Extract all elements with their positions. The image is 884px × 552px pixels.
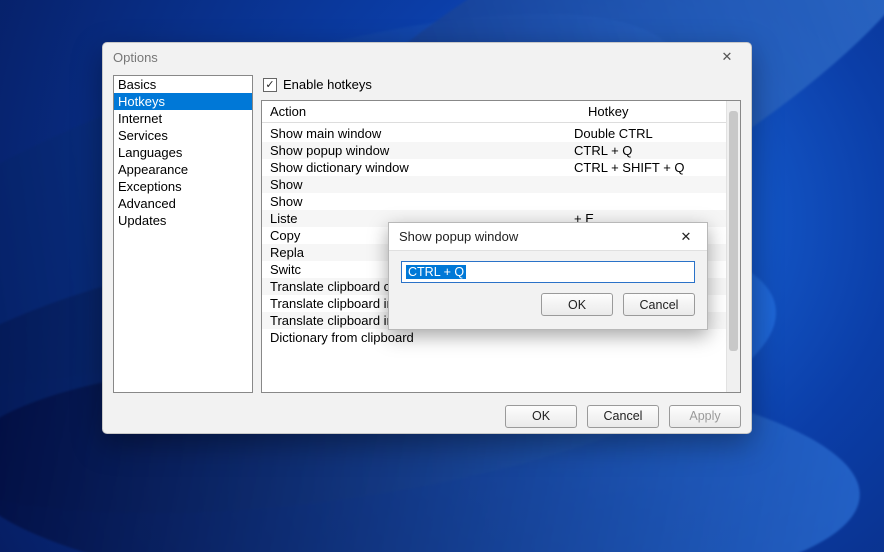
popup-titlebar: Show popup window ✕: [389, 223, 707, 251]
cell-hotkey: [566, 193, 726, 210]
enable-hotkeys-row: ✓ Enable hotkeys: [261, 75, 741, 100]
ok-button[interactable]: OK: [505, 405, 577, 428]
sidebar-item-basics[interactable]: Basics: [114, 76, 252, 93]
table-row[interactable]: Show popup windowCTRL + Q: [262, 142, 726, 159]
popup-buttons: OK Cancel: [401, 293, 695, 316]
cell-hotkey: [566, 176, 726, 193]
cell-action: Show: [262, 176, 566, 193]
titlebar: Options ✕: [103, 43, 751, 71]
sidebar-item-advanced[interactable]: Advanced: [114, 195, 252, 212]
apply-button[interactable]: Apply: [669, 405, 741, 428]
enable-hotkeys-label: Enable hotkeys: [283, 77, 372, 92]
cancel-button[interactable]: Cancel: [623, 293, 695, 316]
table-row[interactable]: Show: [262, 176, 726, 193]
window-title: Options: [113, 50, 158, 65]
popup-title: Show popup window: [399, 229, 518, 244]
cell-hotkey: CTRL + Q: [566, 142, 726, 159]
sidebar-item-updates[interactable]: Updates: [114, 212, 252, 229]
header-hotkey[interactable]: Hotkey: [580, 101, 740, 122]
sidebar-item-exceptions[interactable]: Exceptions: [114, 178, 252, 195]
table-row[interactable]: Dictionary from clipboard: [262, 329, 726, 346]
cell-action: Show popup window: [262, 142, 566, 159]
hotkey-input[interactable]: CTRL + Q: [401, 261, 695, 283]
sidebar-item-languages[interactable]: Languages: [114, 144, 252, 161]
hotkey-edit-dialog: Show popup window ✕ CTRL + Q OK Cancel: [388, 222, 708, 330]
cell-action: Show dictionary window: [262, 159, 566, 176]
sidebar-item-appearance[interactable]: Appearance: [114, 161, 252, 178]
table-headers: Action Hotkey: [262, 101, 740, 123]
close-icon[interactable]: ✕: [671, 226, 701, 248]
cell-hotkey: [566, 329, 726, 346]
cancel-button[interactable]: Cancel: [587, 405, 659, 428]
popup-body: CTRL + Q OK Cancel: [389, 251, 707, 329]
table-row[interactable]: Show: [262, 193, 726, 210]
dialog-footer: OK Cancel Apply: [103, 399, 751, 433]
table-row[interactable]: Show main windowDouble CTRL: [262, 125, 726, 142]
vertical-scrollbar[interactable]: [726, 101, 740, 392]
ok-button[interactable]: OK: [541, 293, 613, 316]
hotkey-input-value: CTRL + Q: [406, 265, 466, 279]
sidebar-item-services[interactable]: Services: [114, 127, 252, 144]
table-row[interactable]: Show dictionary windowCTRL + SHIFT + Q: [262, 159, 726, 176]
cell-action: Show: [262, 193, 566, 210]
header-action[interactable]: Action: [262, 101, 580, 122]
scrollbar-thumb[interactable]: [729, 111, 738, 351]
cell-hotkey: Double CTRL: [566, 125, 726, 142]
category-sidebar[interactable]: BasicsHotkeysInternetServicesLanguagesAp…: [113, 75, 253, 393]
sidebar-item-internet[interactable]: Internet: [114, 110, 252, 127]
enable-hotkeys-checkbox[interactable]: ✓: [263, 78, 277, 92]
cell-action: Dictionary from clipboard: [262, 329, 566, 346]
cell-hotkey: CTRL + SHIFT + Q: [566, 159, 726, 176]
sidebar-item-hotkeys[interactable]: Hotkeys: [114, 93, 252, 110]
close-icon[interactable]: ✕: [709, 46, 745, 68]
cell-action: Show main window: [262, 125, 566, 142]
